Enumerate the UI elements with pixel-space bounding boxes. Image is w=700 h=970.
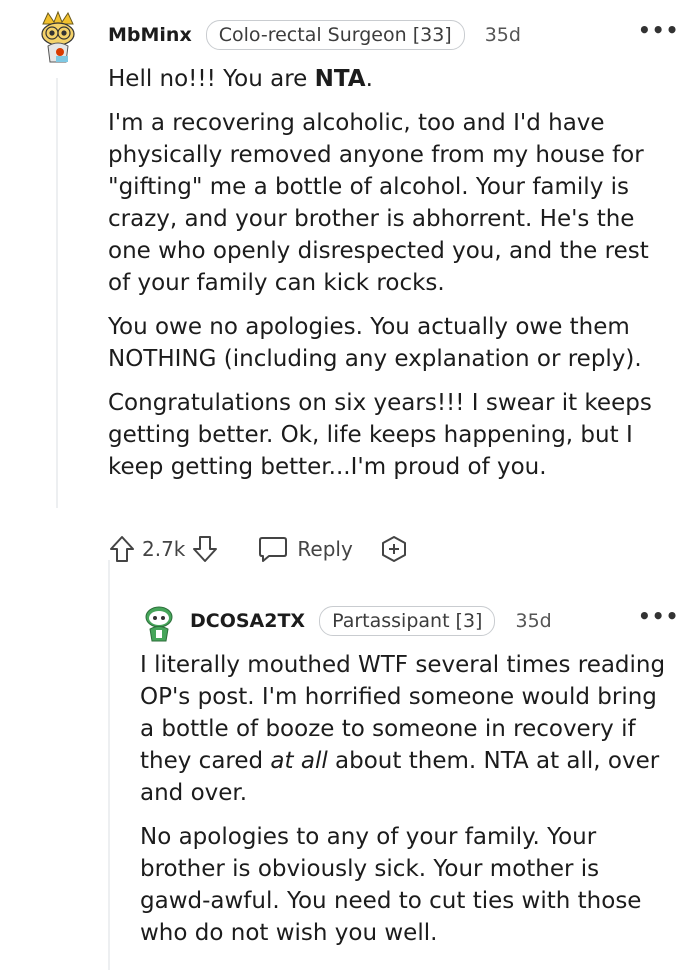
more-options-icon[interactable]: ••• <box>638 18 679 42</box>
comment-paragraph: I'm a recovering alcoholic, too and I'd … <box>108 110 649 296</box>
comment-paragraph: Congratulations on six years!!! I swear … <box>108 390 652 480</box>
plus-award-icon[interactable] <box>379 534 409 564</box>
comment-actions: 2.7k Reply <box>108 534 409 564</box>
bold-text: NTA <box>314 66 366 92</box>
reply-label: Reply <box>297 537 353 561</box>
comment-header: MbMinx Colo-rectal Surgeon [33] 35d <box>108 20 521 50</box>
comment-paragraph: I literally mouthed WTF several times re… <box>140 649 676 809</box>
user-flair: Colo-rectal Surgeon [33] <box>205 20 465 50</box>
downvote-arrow-icon[interactable] <box>191 534 219 564</box>
italic-text: at all <box>270 748 328 774</box>
user-flair: Partassipant [3] <box>319 606 496 636</box>
comment-paragraph: Hell no!!! You are NTA. <box>108 63 678 95</box>
speech-bubble-icon <box>257 534 289 564</box>
thread-line-nested[interactable] <box>108 560 110 970</box>
timestamp[interactable]: 35d <box>515 610 551 632</box>
avatar[interactable] <box>142 603 176 643</box>
timestamp[interactable]: 35d <box>485 24 521 46</box>
avatar[interactable] <box>34 10 82 66</box>
snoo-avatar-icon <box>41 10 75 63</box>
text-span: Hell no!!! You are <box>108 66 315 92</box>
vote-count: 2.7k <box>142 537 186 561</box>
more-options-icon[interactable]: ••• <box>638 604 679 628</box>
username[interactable]: MbMinx <box>108 24 192 46</box>
text-span: . <box>365 66 373 92</box>
reply-button[interactable]: Reply <box>257 534 353 564</box>
comment-paragraph: No apologies to any of your family. Your… <box>140 824 642 946</box>
thread-line[interactable] <box>56 78 58 508</box>
comment-body: Hell no!!! You are NTA. I'm a recovering… <box>108 63 678 495</box>
upvote-arrow-icon[interactable] <box>108 534 136 564</box>
comment-header: DCOSA2TX Partassipant [3] 35d <box>190 606 552 636</box>
snoo-avatar-icon <box>145 606 173 642</box>
comment-paragraph: You owe no apologies. You actually owe t… <box>108 314 642 372</box>
username[interactable]: DCOSA2TX <box>190 610 305 632</box>
comment-body: I literally mouthed WTF several times re… <box>140 649 676 961</box>
